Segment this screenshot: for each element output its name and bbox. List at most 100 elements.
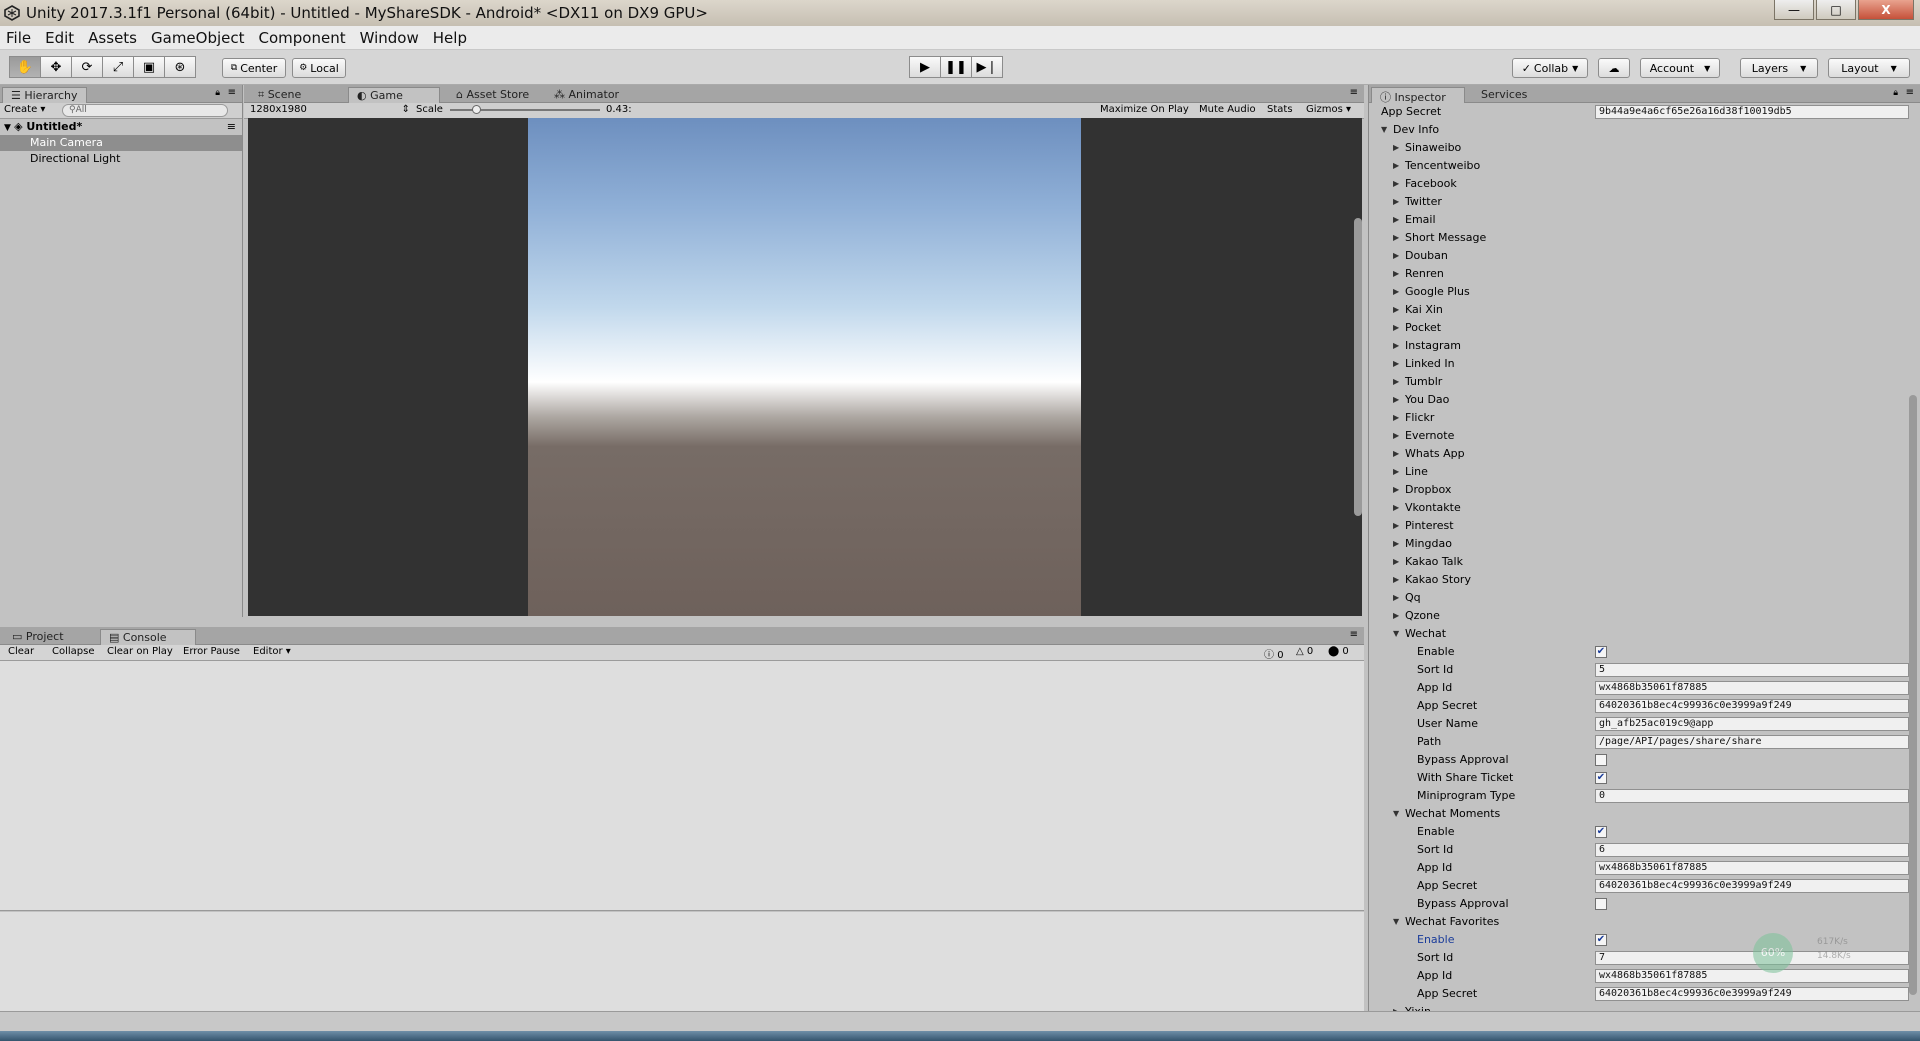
lock-icon[interactable]: 🔒︎ <box>215 88 220 98</box>
expand-triangle-icon[interactable]: ▼ <box>1381 121 1387 139</box>
panel-menu-icon[interactable]: ≡ <box>1350 629 1358 640</box>
platform-foldout[interactable]: ▶ Evernote <box>1377 427 1907 445</box>
platform-foldout[interactable]: ▶ Linked In <box>1377 355 1907 373</box>
platform-foldout[interactable]: ▶ Sinaweibo <box>1377 139 1907 157</box>
clear-button[interactable]: Clear <box>8 646 34 657</box>
field-row[interactable]: App Secret 64020361b8ec4c99936c0e3999a9f2… <box>1377 697 1909 715</box>
platform-foldout[interactable]: ▶ Google Plus <box>1377 283 1907 301</box>
collapse-triangle-icon[interactable]: ▶ <box>1393 319 1399 337</box>
cloud-button[interactable]: ☁ <box>1598 58 1630 78</box>
tab-animator[interactable]: ⁂ Animator <box>546 87 627 103</box>
wechat-foldout[interactable]: ▼ Wechat <box>1377 625 1907 643</box>
resolution-dropdown[interactable]: 1280x1980 ⇕ <box>250 104 410 115</box>
error-count[interactable]: ⬤ 0 <box>1328 646 1349 657</box>
inspector-scrollbar[interactable] <box>1909 395 1917 995</box>
maximize-button[interactable]: □ <box>1816 0 1856 20</box>
platform-foldout[interactable]: ▶ Pinterest <box>1377 517 1907 535</box>
field-row[interactable]: With Share Ticket ✔ <box>1377 769 1907 787</box>
collapse-triangle-icon[interactable]: ▶ <box>1393 373 1399 391</box>
pivot-center-button[interactable]: ⧉ Center <box>222 58 286 78</box>
app-secret-row[interactable]: App Secret 9b44a9e4a6cf65e26a16d38f10019d… <box>1377 103 1909 121</box>
transform-tool-icon[interactable]: ⊛ <box>164 56 196 78</box>
collapse-triangle-icon[interactable]: ▶ <box>1393 499 1399 517</box>
platform-foldout[interactable]: ▶ Line <box>1377 463 1907 481</box>
platform-foldout[interactable]: ▶ Renren <box>1377 265 1907 283</box>
collapse-triangle-icon[interactable]: ▶ <box>1393 337 1399 355</box>
mute-audio-toggle[interactable]: Mute Audio <box>1199 104 1256 115</box>
collapse-triangle-icon[interactable]: ▶ <box>1393 193 1399 211</box>
field-row[interactable]: Path/page/API/pages/share/share <box>1377 733 1909 751</box>
error-pause-button[interactable]: Error Pause <box>183 646 240 657</box>
menu-help[interactable]: Help <box>433 29 467 47</box>
rect-tool-icon[interactable]: ▣ <box>133 56 165 78</box>
collapse-button[interactable]: Collapse <box>52 646 95 657</box>
collapse-triangle-icon[interactable]: ▶ <box>1393 355 1399 373</box>
collapse-triangle-icon[interactable]: ▶ <box>1393 553 1399 571</box>
text-field[interactable]: wx4868b35061f87885 <box>1595 861 1909 875</box>
field-row[interactable]: Enable ✔ <box>1377 823 1907 841</box>
minimize-button[interactable]: — <box>1774 0 1814 20</box>
collapse-triangle-icon[interactable]: ▶ <box>1393 409 1399 427</box>
game-scrollbar[interactable] <box>1354 218 1362 516</box>
field-row[interactable]: User Name gh_afb25ac019c9@app <box>1377 715 1909 733</box>
pause-icon[interactable]: ❚❚ <box>940 56 972 78</box>
platform-foldout[interactable]: ▶ Tumblr <box>1377 373 1907 391</box>
clear-on-play-button[interactable]: Clear on Play <box>107 646 173 657</box>
collab-button[interactable]: ✓ Collab ▼ <box>1512 58 1588 78</box>
console-detail-area[interactable] <box>0 912 1364 1011</box>
menu-component[interactable]: Component <box>259 29 346 47</box>
platform-foldout[interactable]: ▶ Whats App <box>1377 445 1907 463</box>
platform-foldout[interactable]: ▶ Qzone <box>1377 607 1907 625</box>
tab-game[interactable]: ◐ Game <box>348 87 440 103</box>
hierarchy-search-input[interactable]: ⚲All <box>62 104 228 117</box>
warning-count[interactable]: △ 0 <box>1296 646 1313 657</box>
text-field[interactable]: 9b44a9e4a6cf65e26a16d38f10019db5 <box>1595 105 1909 119</box>
text-field[interactable]: 64020361b8ec4c99936c0e3999a9f249 <box>1595 879 1909 893</box>
collapse-triangle-icon[interactable]: ▶ <box>1393 589 1399 607</box>
pivot-local-button[interactable]: ⚙ Local <box>292 58 346 78</box>
collapse-triangle-icon[interactable]: ▶ <box>1393 301 1399 319</box>
tab-console[interactable]: ▤ Console <box>100 629 196 645</box>
text-field[interactable]: 64020361b8ec4c99936c0e3999a9f249 <box>1595 987 1909 1001</box>
text-field[interactable]: /page/API/pages/share/share <box>1595 735 1909 749</box>
platform-foldout[interactable]: ▶ Qq <box>1377 589 1907 607</box>
field-row[interactable]: Bypass Approval <box>1377 751 1907 769</box>
collapse-triangle-icon[interactable]: ▶ <box>1393 265 1399 283</box>
collapse-triangle-icon[interactable]: ▶ <box>1393 247 1399 265</box>
tab-project[interactable]: ▭ Project <box>4 629 72 645</box>
checkbox[interactable] <box>1595 754 1607 766</box>
platform-foldout[interactable]: ▶ Dropbox <box>1377 481 1907 499</box>
collapse-triangle-icon[interactable]: ▶ <box>1393 481 1399 499</box>
gizmos-toggle[interactable]: Gizmos ▾ <box>1306 104 1351 115</box>
field-row[interactable]: Sort Id 5 <box>1377 661 1909 679</box>
collapse-triangle-icon[interactable]: ▶ <box>1393 139 1399 157</box>
create-dropdown[interactable]: Create ▾ <box>4 104 45 115</box>
platform-foldout[interactable]: ▶ Short Message <box>1377 229 1907 247</box>
rotate-tool-icon[interactable]: ⟳ <box>71 56 103 78</box>
expand-triangle-icon[interactable]: ▼ <box>1393 913 1399 931</box>
checkbox[interactable]: ✔ <box>1595 934 1607 946</box>
scale-tool-icon[interactable]: ⤢ <box>102 56 134 78</box>
collapse-triangle-icon[interactable]: ▶ <box>1393 517 1399 535</box>
platform-foldout[interactable]: ▶ You Dao <box>1377 391 1907 409</box>
wechat-favorites-foldout[interactable]: ▼ Wechat Favorites <box>1377 913 1907 931</box>
hand-tool-icon[interactable]: ✋ <box>9 56 41 78</box>
field-row[interactable]: App Secret 64020361b8ec4c99936c0e3999a9f2… <box>1377 877 1909 895</box>
collapse-triangle-icon[interactable]: ▶ <box>1393 571 1399 589</box>
field-row[interactable]: Sort Id 6 <box>1377 841 1909 859</box>
field-row[interactable]: App Id wx4868b35061f87885 <box>1377 859 1909 877</box>
layers-button[interactable]: Layers ▼ <box>1740 58 1818 78</box>
collapse-triangle-icon[interactable]: ▶ <box>1393 607 1399 625</box>
collapse-triangle-icon[interactable]: ▶ <box>1393 391 1399 409</box>
collapse-triangle-icon[interactable]: ▶ <box>1393 427 1399 445</box>
collapse-triangle-icon[interactable]: ▶ <box>1393 175 1399 193</box>
tab-asset-store[interactable]: ⌂ Asset Store <box>448 87 537 103</box>
wechat-moments-foldout[interactable]: ▼ Wechat Moments <box>1377 805 1907 823</box>
platform-foldout[interactable]: ▶ Facebook <box>1377 175 1907 193</box>
collapse-triangle-icon[interactable]: ▶ <box>1393 283 1399 301</box>
field-row[interactable]: Miniprogram Type 0 <box>1377 787 1909 805</box>
collapse-triangle-icon[interactable]: ▶ <box>1393 157 1399 175</box>
field-row[interactable]: Enable ✔ <box>1377 643 1907 661</box>
tab-hierarchy[interactable]: ☰ Hierarchy <box>2 87 87 103</box>
scene-menu-icon[interactable]: ≡ <box>227 119 236 135</box>
